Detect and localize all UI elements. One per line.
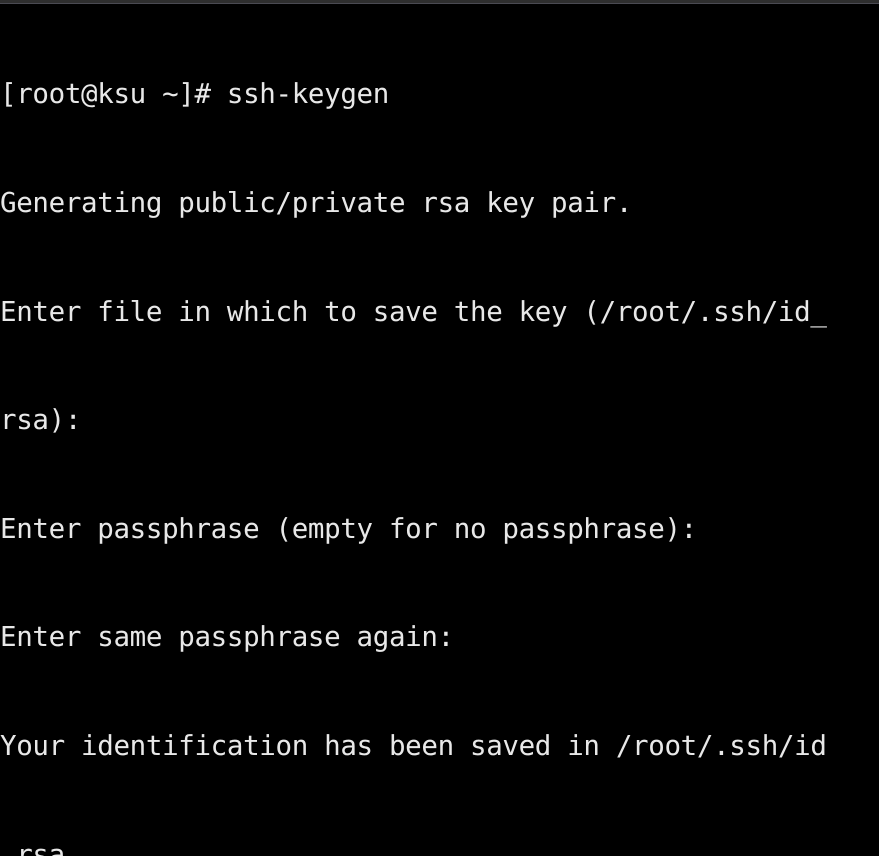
terminal-line-prompt-command: [root@ksu ~]# ssh-keygen <box>0 78 389 111</box>
terminal-line-identification-saved-wrap: _rsa. <box>0 838 82 856</box>
terminal-line-enter-file-wrap: rsa): <box>0 404 82 437</box>
terminal-window[interactable]: [root@ksu ~]# ssh-keygen Generating publ… <box>0 0 879 856</box>
terminal-screen[interactable]: [root@ksu ~]# ssh-keygen Generating publ… <box>0 4 879 856</box>
terminal-line-identification-saved: Your identification has been saved in /r… <box>0 729 827 762</box>
terminal-output: [root@ksu ~]# ssh-keygen Generating publ… <box>0 4 879 856</box>
terminal-line-enter-file: Enter file in which to save the key (/ro… <box>0 295 827 328</box>
terminal-line-generating: Generating public/private rsa key pair. <box>0 187 633 219</box>
terminal-line-enter-passphrase: Enter passphrase (empty for no passphras… <box>0 512 697 545</box>
terminal-line-enter-same-passphrase: Enter same passphrase again: <box>0 621 454 654</box>
